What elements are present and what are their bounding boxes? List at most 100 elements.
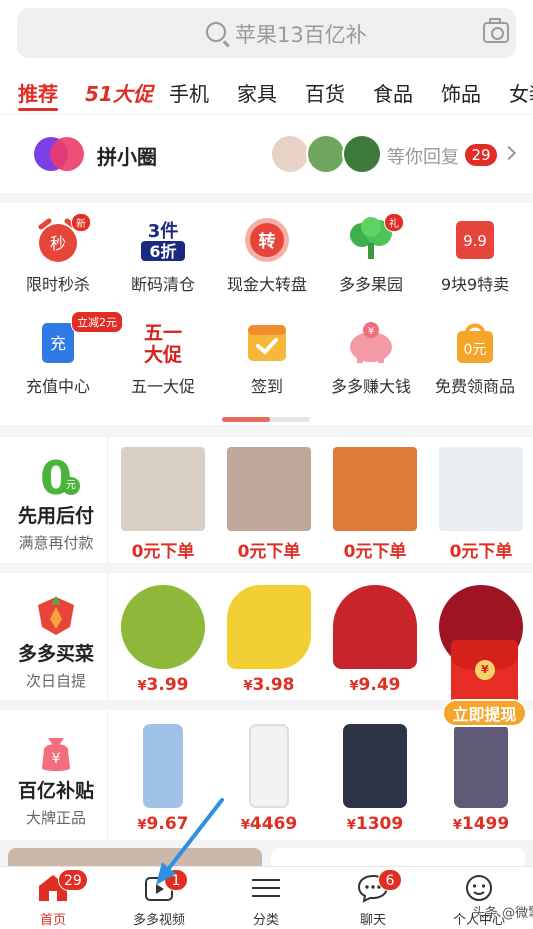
svg-text:¥: ¥ [52, 751, 61, 767]
shortcut-label: 断码清仓 [130, 275, 195, 294]
product-card[interactable]: ¥1499 [437, 724, 525, 834]
bottom-nav: 29 首页 1 多多视频 分类 6 聊天 个人中心 [0, 866, 533, 929]
product-price: ¥1499 [452, 814, 510, 834]
shortcut-cash-wheel[interactable]: 转 现金大转盘 [214, 217, 320, 295]
search-input[interactable]: 苹果13百亿补 [17, 8, 516, 58]
alarm-clock-icon: 秒 新 [33, 213, 91, 263]
nav-home[interactable]: 29 首页 [0, 869, 106, 928]
search-bar: 苹果13百亿补 [0, 0, 533, 68]
nav-category[interactable]: 分类 [213, 873, 319, 928]
shortcut-earn-money[interactable]: ¥ 多多赚大钱 [318, 319, 424, 397]
avatar [306, 134, 346, 174]
svg-text:大促: 大促 [144, 343, 182, 365]
piggy-bank-icon: ¥ [346, 319, 396, 365]
shortcut-9-9-sale[interactable]: 9.9 9块9特卖 [422, 217, 528, 295]
product-price: ¥9.49 [349, 675, 401, 695]
tab-51-promo[interactable]: 51大促 [85, 78, 153, 107]
shortcut-may-day-promo[interactable]: 五一 大促 五一大促 [110, 319, 216, 397]
grid-scroll-indicator [222, 417, 310, 422]
new-badge: 新 [71, 213, 91, 232]
chat-bubble-icon: 6 [356, 869, 402, 903]
pay-later-section[interactable]: 0 元 先用后付 满意再付款 0元下单 0元下单 0元下单 0元下单 [0, 437, 533, 563]
product-card[interactable]: 0元下单 [331, 447, 419, 562]
withdraw-now-button[interactable]: 立即提现 [442, 699, 527, 727]
watermark: 头条 @微擎 [472, 906, 533, 921]
search-icon [206, 22, 226, 42]
tab-furniture[interactable]: 家具 [237, 78, 277, 107]
shortcut-label: 现金大转盘 [226, 275, 307, 294]
shortcut-free-goods[interactable]: 0元 免费领商品 [422, 319, 528, 397]
tab-general-goods[interactable]: 百货 [305, 78, 345, 107]
product-card[interactable]: ¥1309 [331, 724, 419, 834]
product-card[interactable]: 0元下单 [119, 447, 207, 562]
grocery-label: 多多买菜 次日自提 [0, 573, 112, 700]
svg-text:9.9: 9.9 [463, 232, 487, 250]
shortcut-label: 签到 [250, 377, 283, 396]
money-bag-icon: ¥ [0, 730, 112, 776]
home-icon: 29 [36, 869, 88, 903]
svg-text:6折: 6折 [149, 242, 176, 261]
tab-womens-wear[interactable]: 女装 [509, 78, 533, 107]
product-card[interactable]: 0元下单 [225, 447, 313, 562]
nav-video[interactable]: 1 多多视频 [106, 869, 212, 928]
discount-tag-icon: 3件 6折 [138, 217, 188, 263]
pay-later-title: 先用后付 [17, 505, 94, 527]
camera-icon[interactable] [483, 18, 509, 43]
shortcut-label: 免费领商品 [434, 377, 515, 396]
shopping-bag-icon: 0元 [450, 319, 500, 365]
svg-text:秒: 秒 [50, 234, 66, 253]
tree-icon: 礼 [346, 213, 404, 263]
product-card[interactable]: 0元下单 [437, 447, 525, 562]
subsidy-subtitle: 大牌正品 [25, 809, 86, 827]
product-image [249, 724, 289, 808]
product-card[interactable]: ¥3.98 [225, 585, 313, 695]
chat-badge: 6 [378, 869, 402, 891]
svg-text:0元: 0元 [464, 342, 487, 358]
svg-text:五一: 五一 [144, 322, 182, 344]
video-play-icon: 1 [142, 869, 188, 903]
product-price: 0元下单 [237, 542, 301, 562]
shortcut-clearance[interactable]: 3件 6折 断码清仓 [110, 217, 216, 295]
product-card[interactable]: ¥4469 [225, 724, 313, 834]
subsidy-title: 百亿补贴 [17, 780, 94, 802]
shortcut-orchard[interactable]: 礼 多多果园 [318, 213, 424, 295]
tab-recommend[interactable]: 推荐 [18, 78, 58, 107]
shortcut-recharge[interactable]: 充 立减2元 充值中心 [5, 311, 123, 397]
waiting-reply-text: 等你回复 [387, 147, 459, 168]
product-price: ¥9.67 [137, 814, 189, 834]
pin-circle-row[interactable]: 拼小圈 等你回复 29 [0, 115, 533, 193]
product-image [227, 585, 311, 669]
chevron-right-icon [501, 145, 517, 161]
product-image [333, 585, 417, 669]
shortcut-grid: 秒 新 限时秒杀 3件 6折 断码清仓 转 现金大转盘 礼 多多果园 9.9 9… [0, 203, 533, 425]
shortcut-label: 多多赚大钱 [330, 377, 411, 396]
page: 苹果13百亿补 推荐 51大促 手机 家具 百货 食品 饰品 女装 拼小圈 等你… [0, 0, 533, 929]
product-card[interactable]: ¥9.49 [331, 585, 419, 695]
shortcut-label: 充值中心 [25, 377, 90, 396]
subsidy-section[interactable]: ¥ 百亿补贴 大牌正品 ¥9.67 ¥4469 ¥1309 ¥1499 [0, 710, 533, 840]
product-image [439, 447, 523, 531]
product-card[interactable]: ¥3.99 [119, 585, 207, 695]
red-packet-icon[interactable]: ¥ [451, 640, 518, 706]
shortcut-label: 多多果园 [338, 275, 403, 294]
product-price: 0元下单 [449, 542, 513, 562]
wheel-icon: 转 [242, 217, 292, 263]
red-packet-seal: ¥ [475, 660, 495, 680]
nav-chat[interactable]: 6 聊天 [320, 869, 426, 928]
product-card[interactable]: ¥9.67 [119, 724, 207, 834]
product-image [143, 724, 183, 808]
reply-count-badge: 29 [465, 144, 497, 166]
nav-label: 聊天 [359, 913, 386, 928]
may-day-icon: 五一 大促 [138, 319, 188, 366]
pin-circle-logo-icon [34, 137, 86, 171]
shortcut-check-in[interactable]: 签到 [214, 319, 320, 397]
svg-text:¥: ¥ [368, 326, 374, 337]
price-tag-icon: 9.9 [450, 217, 500, 263]
tab-food[interactable]: 食品 [373, 78, 413, 107]
shortcut-flash-sale[interactable]: 秒 新 限时秒杀 [5, 213, 111, 295]
shortcut-label: 五一大促 [130, 377, 195, 396]
product-price: ¥4469 [240, 814, 298, 834]
tab-phones[interactable]: 手机 [169, 78, 209, 107]
friend-avatars [270, 134, 385, 174]
tab-accessories[interactable]: 饰品 [441, 78, 481, 107]
